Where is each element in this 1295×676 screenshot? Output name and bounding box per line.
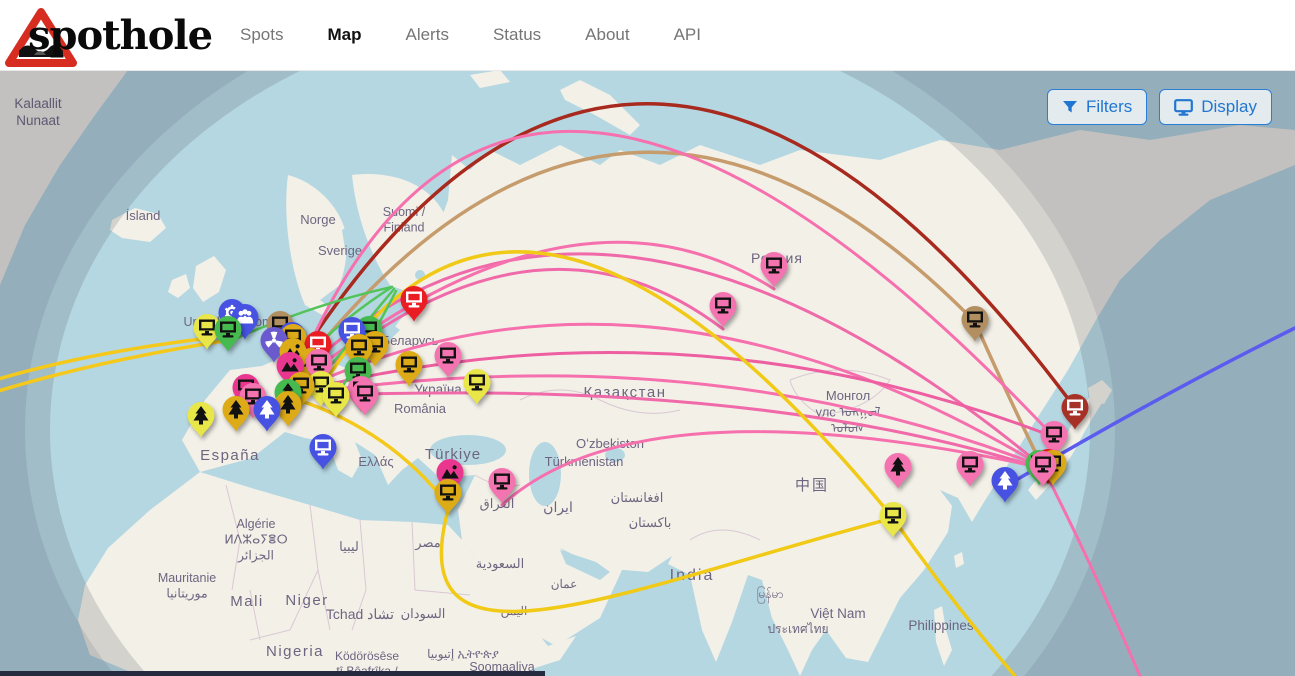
map-pin-monitor[interactable] xyxy=(433,341,463,379)
map-pin-monitor[interactable] xyxy=(433,478,463,516)
map-place-label: 中国 xyxy=(795,477,829,494)
map-pin-monitor[interactable] xyxy=(308,433,338,471)
display-button[interactable]: Display xyxy=(1159,89,1272,125)
pin-glyph xyxy=(433,341,463,379)
pin-glyph xyxy=(878,501,908,539)
display-monitor-icon xyxy=(1174,99,1193,116)
map-place-label: السودان xyxy=(401,606,446,622)
map-place-label: ایران xyxy=(543,499,573,516)
pin-glyph xyxy=(487,467,517,505)
map-place-label: Sverige xyxy=(318,243,362,258)
landmass xyxy=(193,256,226,302)
map-pin-monitor[interactable] xyxy=(350,379,380,417)
pin-glyph xyxy=(308,433,338,471)
map-pin-monitor[interactable] xyxy=(399,285,429,323)
landmass xyxy=(934,606,952,666)
map-place-label: عمان xyxy=(551,577,578,591)
map-pin-monitor[interactable] xyxy=(759,251,789,289)
nav-alerts[interactable]: Alerts xyxy=(405,25,448,45)
map-place-label: España xyxy=(200,447,260,464)
map-pin-monitor[interactable] xyxy=(487,467,517,505)
nav-spots[interactable]: Spots xyxy=(240,25,283,45)
map-place-label: Việt Nam xyxy=(810,606,865,621)
pin-glyph xyxy=(433,478,463,516)
map-pin-monitor[interactable] xyxy=(394,350,424,388)
map-place-label: Norge xyxy=(300,212,335,227)
map-place-label: مصر xyxy=(414,535,440,551)
brand-name: spothole xyxy=(28,12,212,59)
filters-button-label: Filters xyxy=(1086,97,1132,117)
brand-logo[interactable]: spothole xyxy=(2,2,212,68)
footer-strip xyxy=(0,671,545,676)
map-place-label: ประเทศไทย xyxy=(767,622,828,636)
pin-glyph xyxy=(955,450,985,488)
map-place-label: Ελλάς xyxy=(358,454,393,469)
map-pin-monitor[interactable] xyxy=(213,315,243,353)
pin-glyph xyxy=(350,379,380,417)
app-window: spothole Spots Map Alerts Status About A… xyxy=(0,0,1295,676)
nav-status[interactable]: Status xyxy=(493,25,541,45)
pin-glyph xyxy=(960,305,990,343)
filter-funnel-icon xyxy=(1062,99,1078,115)
pin-glyph xyxy=(708,291,738,329)
map-pin-monitor[interactable] xyxy=(878,501,908,539)
pin-glyph xyxy=(399,285,429,323)
pin-glyph xyxy=(990,466,1020,504)
filters-button[interactable]: Filters xyxy=(1047,89,1147,125)
pin-glyph xyxy=(221,395,251,433)
nav-api[interactable]: API xyxy=(674,25,701,45)
pin-glyph xyxy=(394,350,424,388)
map-pin-tree[interactable] xyxy=(186,401,216,439)
pin-glyph xyxy=(462,368,492,406)
map-pin-monitor[interactable] xyxy=(462,368,492,406)
map-place-label: Tchad تشاد xyxy=(326,606,394,622)
route-arc xyxy=(893,518,1015,676)
map-place-label: România xyxy=(394,401,447,416)
display-button-label: Display xyxy=(1201,97,1257,117)
pin-glyph xyxy=(321,381,351,419)
map-pin-monitor[interactable] xyxy=(321,381,351,419)
map-place-label: Беларусь xyxy=(382,333,439,348)
landmass xyxy=(470,70,510,88)
map-place-label: افغانستان xyxy=(611,490,664,505)
map-pin-monitor[interactable] xyxy=(708,291,738,329)
main-nav: Spots Map Alerts Status About API xyxy=(240,0,701,70)
map-place-label: باكستان xyxy=(629,515,672,530)
pin-glyph xyxy=(213,315,243,353)
pin-glyph xyxy=(759,251,789,289)
map-pin-monitor[interactable] xyxy=(960,305,990,343)
map-place-label: Nigeria xyxy=(266,643,324,660)
map-pin-tree[interactable] xyxy=(221,395,251,433)
pin-glyph xyxy=(186,401,216,439)
pin-glyph xyxy=(1028,450,1058,488)
map-pin-monitor[interactable] xyxy=(1028,450,1058,488)
map-buttons: Filters Display xyxy=(1047,89,1272,125)
map-place-label: Mali xyxy=(230,593,264,610)
top-navbar: spothole Spots Map Alerts Status About A… xyxy=(0,0,1295,71)
map-pin-tree[interactable] xyxy=(883,452,913,490)
nav-map[interactable]: Map xyxy=(327,25,361,45)
map-place-label: السعودية xyxy=(476,556,525,572)
nav-about[interactable]: About xyxy=(585,25,629,45)
map-pin-tree[interactable] xyxy=(990,466,1020,504)
map-canvas: KalaallitNunaatÍslandNorgeSverigeSuomi /… xyxy=(0,70,1295,676)
map-place-label: Philippines xyxy=(908,618,974,633)
map-pin-monitor[interactable] xyxy=(955,450,985,488)
map-pin-tree[interactable] xyxy=(252,395,282,433)
map-place-label: ليبيا xyxy=(339,539,359,554)
landmass xyxy=(168,274,190,298)
map-place-label: Mauritanieموريتانيا xyxy=(158,571,216,602)
map-place-label: Ísland xyxy=(126,208,161,223)
map-place-label: Niger xyxy=(285,592,328,609)
landmass xyxy=(954,552,964,568)
pin-glyph xyxy=(883,452,913,490)
map-container[interactable]: KalaallitNunaatÍslandNorgeSverigeSuomi /… xyxy=(0,70,1295,676)
pin-glyph xyxy=(252,395,282,433)
